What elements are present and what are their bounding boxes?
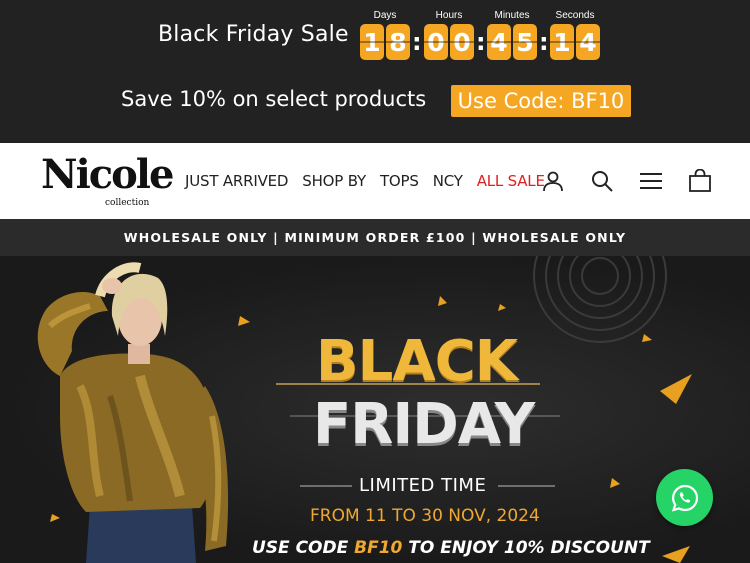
- hero-dates: FROM 11 TO 30 NOV, 2024: [310, 506, 540, 526]
- promo-title: Black Friday Sale: [158, 22, 349, 47]
- whatsapp-icon: [671, 484, 698, 512]
- countdown-digit: 4: [487, 24, 511, 60]
- logo-wordmark: Nicole: [41, 151, 174, 198]
- hero-code-line: USE CODE BF10 TO ENJOY 10% DISCOUNT: [252, 538, 650, 558]
- countdown-digit: 5: [513, 24, 537, 60]
- countdown-seconds-label: Seconds: [555, 10, 595, 21]
- hero-banner[interactable]: BLACK FRIDAY LIMITED TIME FROM 11 TO 30 …: [0, 256, 750, 563]
- countdown-separator: :: [539, 28, 549, 56]
- site-header: Nicole collection JUST ARRIVED SHOP BY T…: [0, 143, 750, 219]
- account-icon[interactable]: [541, 169, 565, 193]
- model-figure: [37, 262, 229, 563]
- promo-save-text: Save 10% on select products: [121, 87, 427, 111]
- countdown-digit: 0: [424, 24, 448, 60]
- logo-subtitle: collection: [105, 198, 150, 208]
- countdown-digit: 8: [386, 24, 410, 60]
- countdown-digit: 1: [360, 24, 384, 60]
- hero-title-black: BLACK: [316, 329, 518, 394]
- hero-title-friday: FRIDAY: [313, 392, 535, 457]
- countdown-digit: 1: [550, 24, 574, 60]
- nav-item-shop-by[interactable]: SHOP BY: [302, 172, 366, 190]
- hero-code-prefix: USE CODE: [252, 538, 355, 558]
- hero-code-value: BF10: [354, 538, 403, 558]
- promo-bar: Black Friday Sale Days 1 8 : Hours 0 0 :…: [0, 0, 750, 143]
- hero-limited-time: LIMITED TIME: [359, 475, 487, 496]
- countdown-digit: 4: [576, 24, 600, 60]
- countdown-separator: :: [476, 28, 486, 56]
- main-nav: JUST ARRIVED SHOP BY TOPS NCY ALL SALE: [185, 172, 559, 190]
- hero-code-suffix: TO ENJOY 10% DISCOUNT: [402, 538, 650, 558]
- ring-pattern-icon: [533, 256, 667, 343]
- nav-item-just-arrived[interactable]: JUST ARRIVED: [185, 172, 288, 190]
- menu-icon[interactable]: [639, 169, 663, 193]
- whatsapp-chat-button[interactable]: [656, 469, 713, 526]
- nav-item-ncy[interactable]: NCY: [433, 172, 463, 190]
- countdown-hours-label: Hours: [435, 10, 463, 21]
- promo-code-badge[interactable]: Use Code: BF10: [451, 85, 631, 117]
- countdown-days-label: Days: [373, 10, 397, 21]
- countdown-digit: 0: [450, 24, 474, 60]
- countdown-minutes-label: Minutes: [494, 10, 530, 21]
- announcement-bar: WHOLESALE ONLY | MINIMUM ORDER £100 | WH…: [0, 219, 750, 256]
- search-icon[interactable]: [590, 169, 614, 193]
- nav-item-tops[interactable]: TOPS: [380, 172, 419, 190]
- countdown-separator: :: [412, 28, 422, 56]
- site-logo[interactable]: Nicole collection: [41, 151, 174, 209]
- nav-item-all-sale[interactable]: ALL SALE: [477, 172, 545, 190]
- cart-icon[interactable]: [688, 168, 712, 193]
